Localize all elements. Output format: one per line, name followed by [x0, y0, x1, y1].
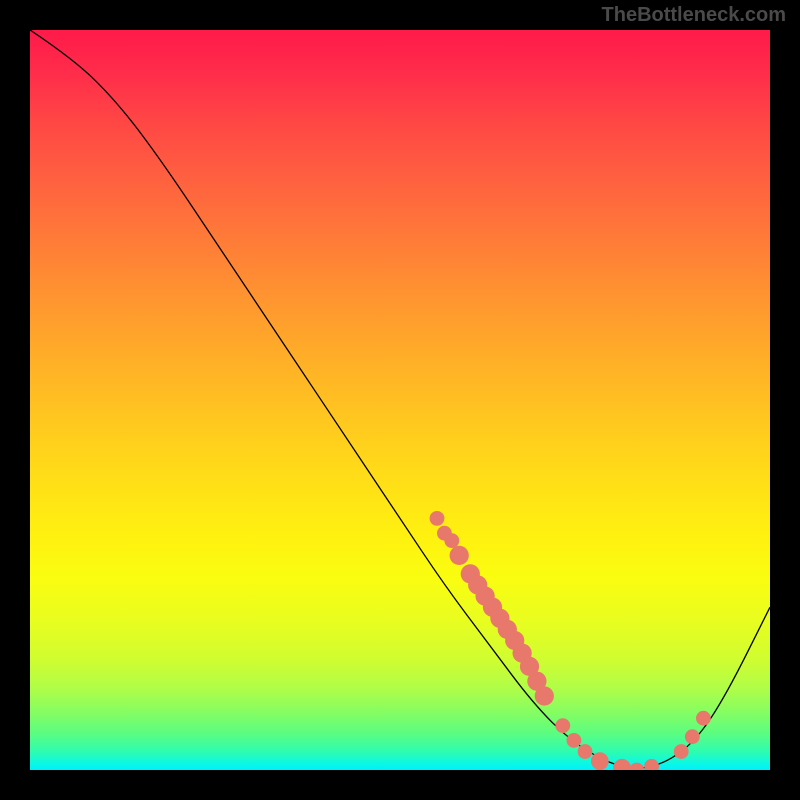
curve-markers [430, 511, 711, 770]
curve-marker [444, 533, 459, 548]
curve-marker [535, 686, 554, 705]
curve-marker [591, 752, 609, 770]
watermark-text: TheBottleneck.com [602, 4, 786, 27]
curve-marker [696, 711, 711, 726]
curve-marker [685, 729, 700, 744]
curve-marker [613, 759, 631, 770]
curve-marker [555, 718, 570, 733]
chart-plot-area [30, 30, 770, 770]
curve-marker [674, 744, 689, 759]
curve-marker [567, 733, 582, 748]
curve-marker [430, 511, 445, 526]
curve-marker [644, 759, 659, 770]
curve-marker [450, 546, 469, 565]
curve-marker [578, 744, 593, 759]
curve-marker [629, 763, 644, 770]
chart-svg [30, 30, 770, 770]
bottleneck-curve [30, 30, 770, 768]
